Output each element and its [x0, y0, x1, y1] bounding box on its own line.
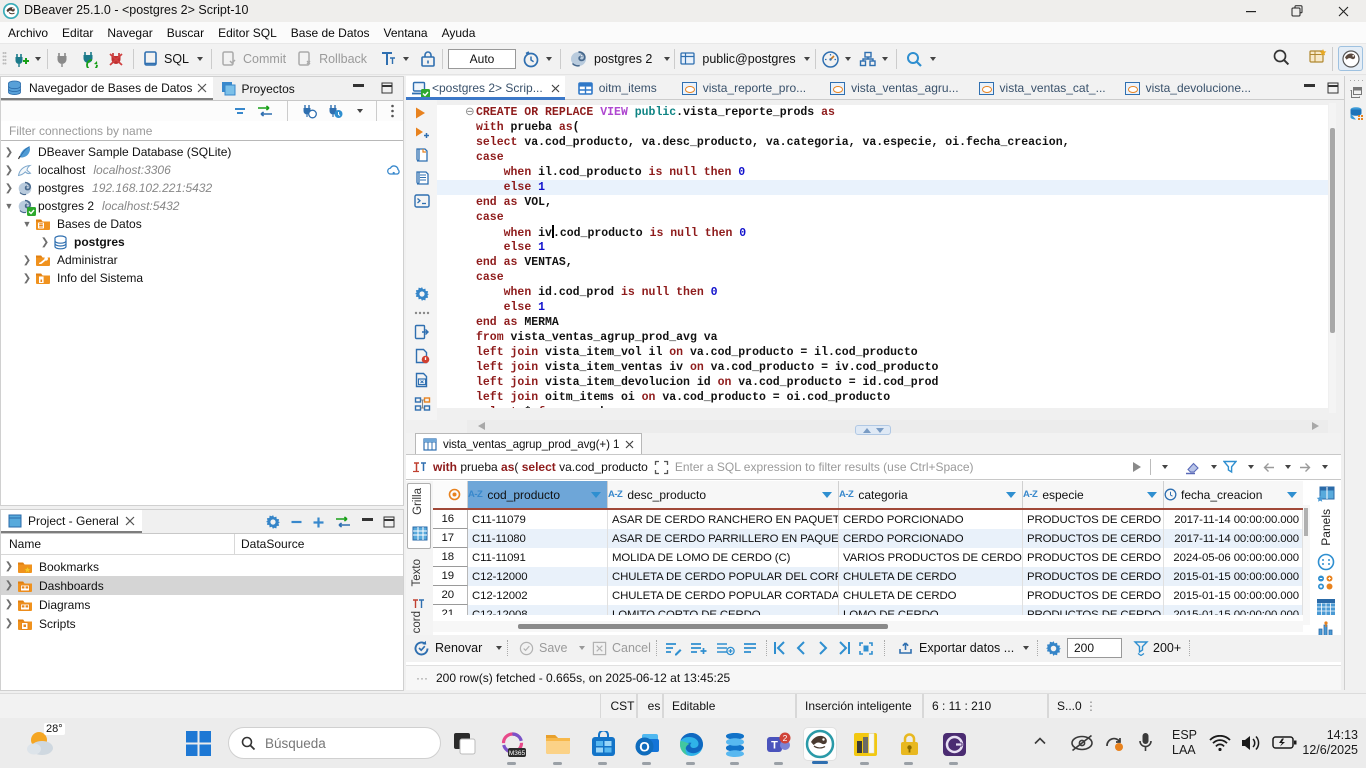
svg-text:M365: M365 [508, 750, 525, 757]
svg-text:2: 2 [783, 733, 788, 743]
svg-text:O: O [639, 739, 650, 754]
svg-text:T: T [771, 739, 778, 751]
